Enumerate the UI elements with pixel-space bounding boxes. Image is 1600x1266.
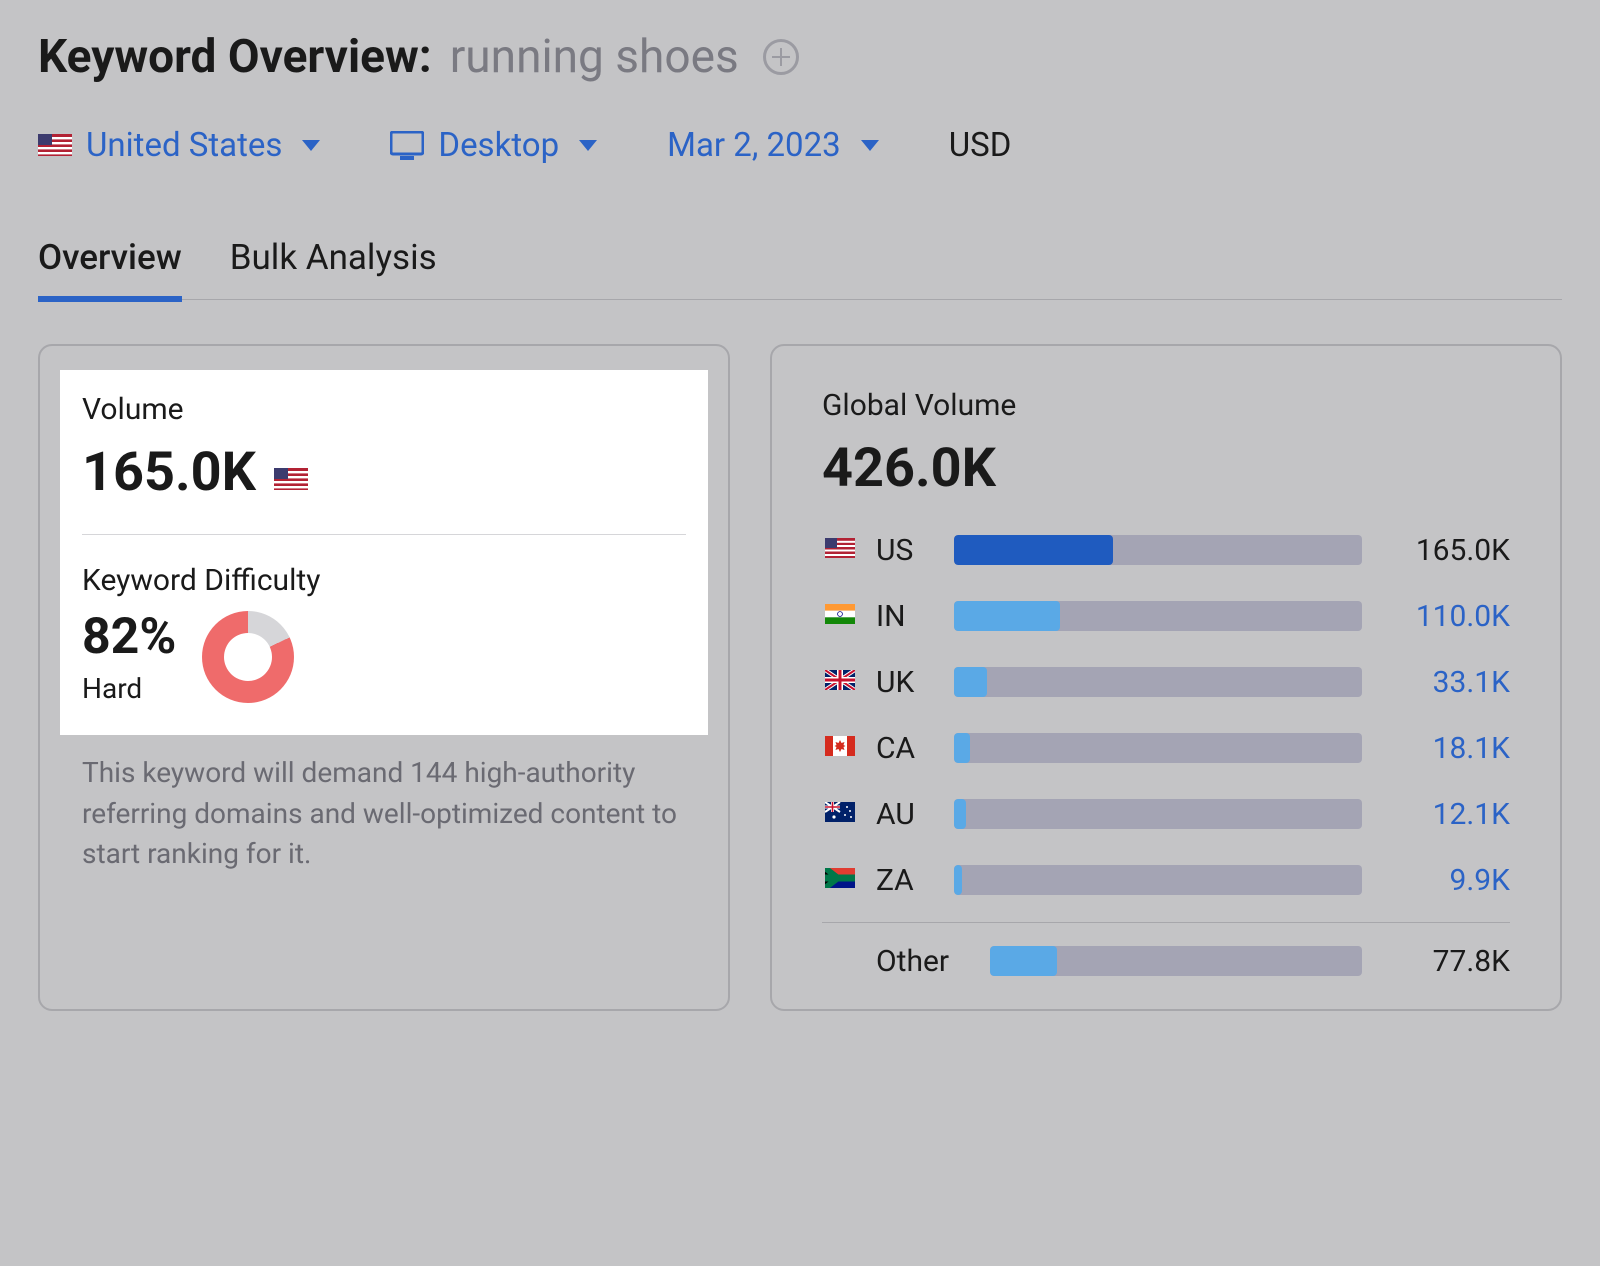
- volume-bar: [954, 733, 1362, 763]
- country-code: ZA: [876, 863, 936, 898]
- global-volume-row: US 165.0K: [822, 522, 1510, 578]
- in-flag-icon: [822, 602, 858, 630]
- tab-bulk-analysis[interactable]: Bulk Analysis: [230, 237, 437, 299]
- device-filter-label: Desktop: [438, 126, 559, 165]
- volume-value[interactable]: 9.9K: [1380, 863, 1510, 898]
- page-title-row: Keyword Overview: running shoes: [38, 30, 1562, 84]
- volume-value: 165.0K: [1380, 533, 1510, 568]
- page-title: Keyword Overview:: [38, 30, 432, 84]
- global-volume-row[interactable]: ZA 9.9K: [822, 852, 1510, 908]
- global-volume-row[interactable]: UK 33.1K: [822, 654, 1510, 710]
- ca-flag-icon: [822, 734, 858, 762]
- plus-icon: [771, 47, 791, 67]
- global-volume-row[interactable]: AU 12.1K: [822, 786, 1510, 842]
- keyword-value: running shoes: [450, 30, 739, 84]
- kd-value: 82%: [82, 608, 176, 666]
- tabs: Overview Bulk Analysis: [38, 237, 1562, 300]
- volume-bar: [954, 535, 1362, 565]
- volume-value[interactable]: 33.1K: [1380, 665, 1510, 700]
- za-flag-icon: [822, 866, 858, 894]
- global-volume-row[interactable]: CA 18.1K: [822, 720, 1510, 776]
- chevron-down-icon: [861, 140, 879, 151]
- volume-bar: [990, 946, 1362, 976]
- volume-value[interactable]: 18.1K: [1380, 731, 1510, 766]
- filters-row: United States Desktop Mar 2, 2023 USD: [38, 126, 1562, 165]
- us-flag-icon: [38, 126, 72, 165]
- tab-overview[interactable]: Overview: [38, 237, 182, 302]
- kd-row: 82% Hard: [82, 608, 686, 705]
- kd-description: This keyword will demand 144 high-author…: [40, 735, 728, 915]
- divider: [82, 534, 686, 535]
- currency-label: USD: [949, 126, 1012, 165]
- desktop-icon: [390, 131, 424, 161]
- global-volume-row-other: Other 77.8K: [822, 933, 1510, 989]
- uk-flag-icon: [822, 668, 858, 696]
- us-flag-icon: [274, 441, 308, 504]
- chevron-down-icon: [579, 140, 597, 151]
- global-volume-label: Global Volume: [822, 388, 1510, 423]
- divider: [822, 922, 1510, 923]
- global-volume-rows: US 165.0K IN 110.0K UK 33.1K CA 18.1K AU 12.1K ZA 9…: [822, 522, 1510, 908]
- country-code: CA: [876, 731, 936, 766]
- date-filter[interactable]: Mar 2, 2023: [667, 126, 879, 165]
- volume-value[interactable]: 12.1K: [1380, 797, 1510, 832]
- country-filter-label: United States: [86, 126, 282, 165]
- add-keyword-button[interactable]: [763, 39, 799, 75]
- metrics-cards: Volume 165.0K Keyword Difficulty 82% Har…: [38, 344, 1562, 1011]
- global-volume-card: Global Volume 426.0K US 165.0K IN 110.0K UK 3…: [770, 344, 1562, 1011]
- kd-donut-chart: [202, 611, 294, 703]
- country-code: AU: [876, 797, 936, 832]
- volume-kd-card: Volume 165.0K Keyword Difficulty 82% Har…: [38, 344, 730, 1011]
- country-code: Other: [876, 944, 972, 979]
- country-code: IN: [876, 599, 936, 634]
- volume-bar: [954, 865, 1362, 895]
- date-filter-label: Mar 2, 2023: [667, 126, 841, 165]
- kd-level: Hard: [82, 672, 176, 705]
- volume-bar: [954, 799, 1362, 829]
- kd-label: Keyword Difficulty: [82, 563, 686, 598]
- global-volume-row[interactable]: IN 110.0K: [822, 588, 1510, 644]
- global-volume-value: 426.0K: [822, 437, 996, 500]
- volume-value: 165.0K: [82, 441, 256, 504]
- au-flag-icon: [822, 800, 858, 828]
- country-code: UK: [876, 665, 936, 700]
- volume-value[interactable]: 110.0K: [1380, 599, 1510, 634]
- chevron-down-icon: [302, 140, 320, 151]
- device-filter[interactable]: Desktop: [390, 126, 597, 165]
- volume-label: Volume: [82, 392, 686, 427]
- volume-value: 77.8K: [1380, 944, 1510, 979]
- volume-value-row: 165.0K: [82, 441, 686, 504]
- country-code: US: [876, 533, 936, 568]
- volume-bar: [954, 667, 1362, 697]
- country-filter[interactable]: United States: [38, 126, 320, 165]
- volume-bar: [954, 601, 1362, 631]
- us-flag-icon: [822, 536, 858, 564]
